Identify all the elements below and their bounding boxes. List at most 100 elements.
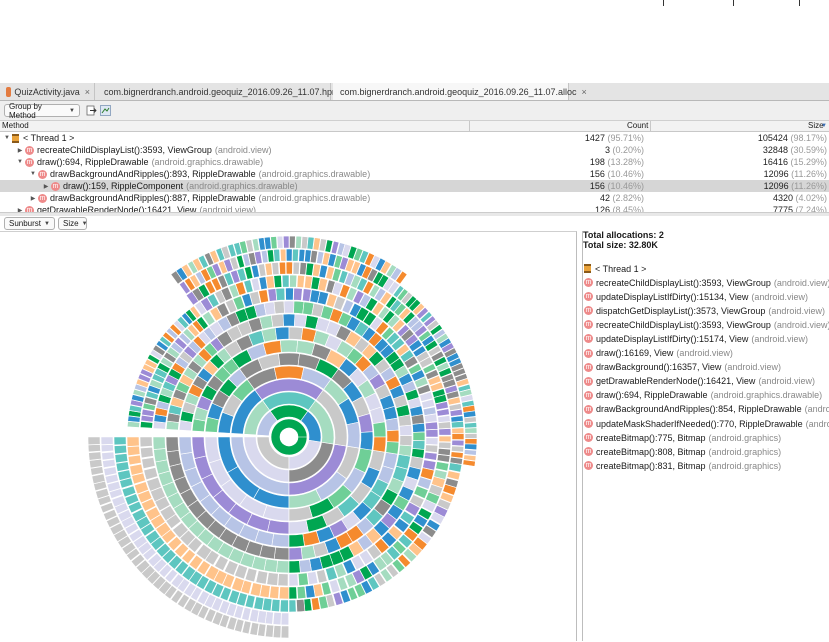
sunburst-segment[interactable] — [273, 248, 281, 262]
sunburst-segment[interactable] — [272, 612, 282, 626]
sunburst-segment[interactable] — [372, 436, 387, 453]
sunburst-segment[interactable] — [386, 429, 400, 443]
sunburst-segment[interactable] — [87, 444, 101, 453]
sunburst-segment[interactable] — [411, 448, 425, 459]
sunburst-segment[interactable] — [273, 365, 305, 380]
sunburst-segment[interactable] — [275, 287, 286, 301]
sunburst-segment[interactable] — [262, 340, 282, 356]
sunburst-segment[interactable] — [153, 448, 168, 463]
sunburst-segment[interactable] — [292, 261, 300, 275]
sunburst-segment[interactable] — [424, 444, 439, 453]
chart-metric-dropdown[interactable]: Size ▼ — [58, 217, 88, 230]
sunburst-segment[interactable] — [412, 422, 426, 433]
sunburst-segment[interactable] — [127, 454, 142, 466]
expanded-arrow-icon[interactable]: ▼ — [3, 135, 11, 141]
sunburst-segment[interactable] — [273, 274, 283, 288]
sunburst-segment[interactable] — [294, 313, 308, 328]
expanded-arrow-icon[interactable]: ▼ — [29, 171, 37, 177]
sunburst-segment[interactable] — [288, 586, 298, 600]
editor-tab[interactable]: com.bignerdranch.android.geoquiz_2016.09… — [333, 83, 587, 100]
sunburst-segment[interactable] — [372, 421, 387, 438]
sunburst-segment[interactable] — [304, 584, 316, 599]
sunburst-segment[interactable] — [309, 250, 318, 264]
sunburst-root-ring[interactable] — [270, 418, 308, 456]
sunburst-segment[interactable] — [126, 445, 141, 457]
sunburst-segment[interactable] — [87, 436, 101, 446]
sunburst-segment[interactable] — [273, 546, 290, 561]
sunburst-segment[interactable] — [100, 436, 114, 445]
sunburst-segment[interactable] — [300, 545, 316, 560]
sunburst-segment[interactable] — [265, 624, 275, 638]
tree-row[interactable]: ▼ < Thread 1 > 1427 (95.71%) 105424 (98.17%… — [0, 132, 829, 144]
sunburst-segment[interactable] — [278, 586, 290, 600]
sunburst-segment[interactable] — [297, 572, 309, 586]
chart-type-dropdown[interactable]: Sunburst ▼ — [4, 217, 55, 230]
sunburst-segment[interactable] — [423, 451, 438, 461]
sunburst-segment[interactable] — [435, 461, 450, 472]
sunburst-segment[interactable] — [423, 413, 438, 424]
stack-frame[interactable]: m updateDisplayListIfDirty():15174, View(… — [583, 332, 808, 345]
sunburst-segment[interactable] — [464, 433, 478, 439]
sunburst-segment[interactable] — [101, 451, 115, 461]
sunburst-segment[interactable] — [113, 436, 127, 446]
sunburst-segment[interactable] — [425, 429, 439, 438]
sunburst-segment[interactable] — [385, 417, 400, 432]
sunburst-segment[interactable] — [265, 275, 275, 289]
sunburst-segment[interactable] — [271, 262, 280, 276]
stack-frame[interactable]: m getDrawableRenderNode():16421, View (and… — [583, 375, 815, 388]
sunburst-segment[interactable] — [279, 339, 299, 353]
sunburst-segment[interactable] — [191, 436, 207, 459]
sunburst-segment[interactable] — [278, 352, 300, 366]
sunburst-segment[interactable] — [114, 453, 129, 464]
sunburst-segment[interactable] — [166, 450, 182, 467]
sunburst-segment[interactable] — [424, 421, 439, 431]
sunburst-segment[interactable] — [398, 444, 412, 457]
sunburst-segment[interactable] — [285, 287, 294, 301]
sunburst-segment[interactable] — [288, 560, 301, 574]
sunburst-chart[interactable] — [0, 231, 577, 641]
sunburst-segment[interactable] — [276, 560, 290, 574]
sunburst-segment[interactable] — [272, 625, 282, 639]
sunburst-segment[interactable] — [270, 236, 278, 250]
stack-frame[interactable]: m dispatchGetDisplayList():3573, ViewGrou… — [583, 304, 825, 317]
sunburst-segment[interactable] — [288, 519, 309, 535]
sunburst-segment[interactable] — [288, 573, 299, 587]
collapsed-arrow-icon[interactable]: ▶ — [16, 147, 24, 154]
sunburst-segment[interactable] — [139, 436, 153, 448]
count-column-header[interactable]: Count — [627, 121, 648, 131]
stack-frame[interactable]: m createBitmap():775, Bitmap (android.grap… — [583, 431, 781, 444]
sunburst-segment[interactable] — [295, 235, 302, 249]
close-icon[interactable]: × — [85, 87, 90, 97]
sunburst-segment[interactable] — [270, 598, 281, 613]
sunburst-segment[interactable] — [464, 427, 478, 434]
group-by-dropdown[interactable]: Group by Method ▼ — [4, 102, 80, 120]
sunburst-segment[interactable] — [289, 274, 298, 288]
sunburst-segment[interactable] — [249, 622, 260, 636]
stack-frame[interactable]: m draw():694, RippleDrawable (android.grap… — [583, 389, 822, 402]
stack-frame[interactable]: m recreateChildDisplayList():3593, ViewGr… — [583, 318, 829, 331]
expanded-arrow-icon[interactable]: ▼ — [16, 159, 24, 165]
sunburst-segment[interactable] — [279, 248, 287, 262]
sunburst-segment[interactable] — [273, 300, 285, 315]
sunburst-segment[interactable] — [464, 443, 478, 451]
sunburst-segment[interactable] — [316, 569, 328, 584]
sunburst-segment[interactable] — [288, 505, 313, 522]
sunburst-segment[interactable] — [285, 248, 293, 262]
sunburst-segment[interactable] — [141, 457, 156, 470]
sunburst-segment[interactable] — [451, 433, 465, 440]
editor-tab[interactable]: QuizActivity.java × — [2, 83, 95, 100]
sunburst-segment[interactable] — [288, 547, 303, 561]
sunburst-segment[interactable] — [359, 431, 374, 451]
sunburst-segment[interactable] — [283, 235, 290, 249]
sunburst-segment[interactable] — [307, 571, 319, 585]
sunburst-segment[interactable] — [89, 458, 103, 469]
sunburst-segment[interactable] — [277, 573, 289, 587]
tree-row[interactable]: ▶ m drawBackgroundAndRipples():887, Ripple… — [0, 192, 829, 204]
sunburst-segment[interactable] — [436, 454, 451, 463]
sunburst-segment[interactable] — [263, 236, 272, 250]
sunburst-segment[interactable] — [293, 287, 303, 301]
sunburst-segment[interactable] — [399, 424, 413, 436]
sunburst-segment[interactable] — [438, 421, 452, 430]
sunburst-segment[interactable] — [464, 422, 478, 429]
collapsed-arrow-icon[interactable]: ▶ — [29, 195, 37, 202]
